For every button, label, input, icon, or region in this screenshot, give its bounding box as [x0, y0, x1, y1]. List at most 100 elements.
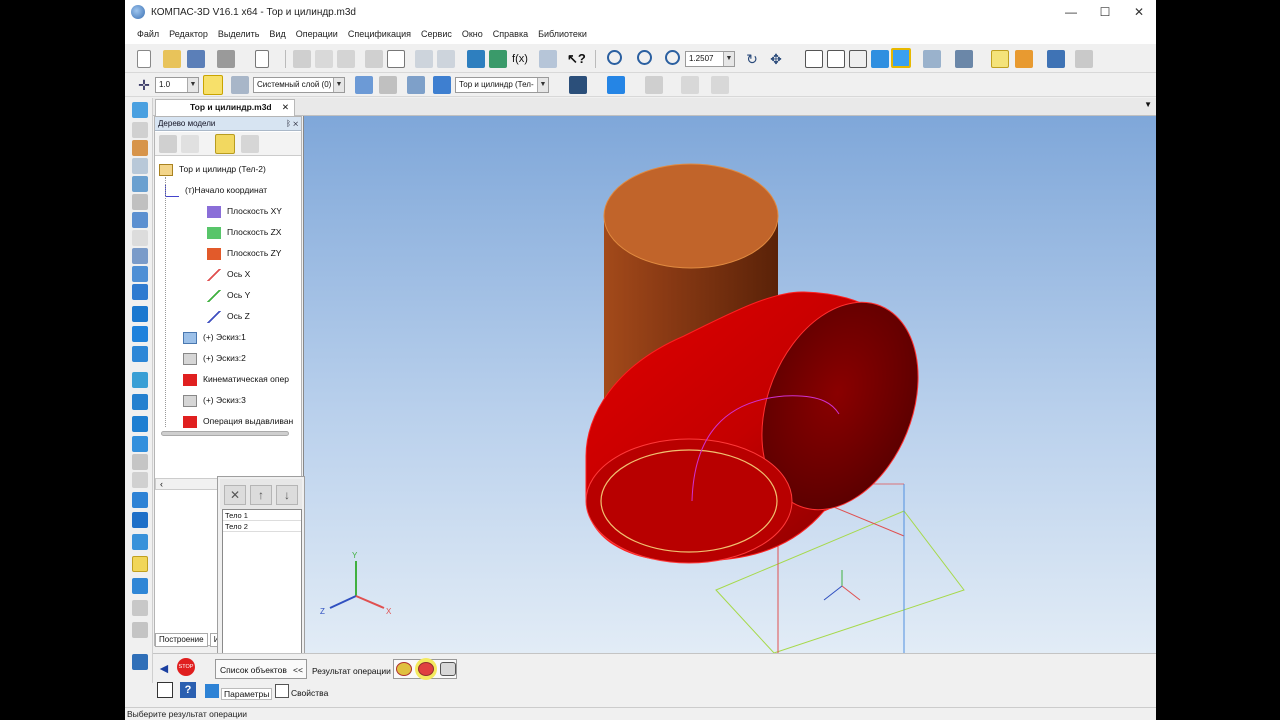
tree-node-origin[interactable]: (т)Начало координат [165, 182, 267, 198]
maximize-button[interactable]: ☐ [1088, 0, 1122, 24]
loft-tool-icon[interactable] [132, 372, 148, 388]
chevron-down-icon[interactable]: ▼ [723, 52, 734, 66]
orientation-icon[interactable]: ✥ [767, 50, 785, 68]
close-button[interactable]: ✕ [1122, 0, 1156, 24]
shaded-icon[interactable] [871, 50, 889, 68]
tabs-dropdown-icon[interactable]: ▼ [1144, 100, 1152, 109]
array-icon[interactable] [132, 600, 148, 616]
layer-combo[interactable]: Системный слой (0) ▼ [253, 77, 345, 93]
structure-icon[interactable] [1075, 50, 1093, 68]
print-icon[interactable] [217, 50, 235, 68]
tree-node-sketch-3[interactable]: (+) Эскиз:3 [183, 392, 246, 408]
menu-operations[interactable]: Операции [296, 29, 338, 39]
sketch-mode-icon[interactable] [407, 76, 425, 94]
document-tab[interactable]: Тор и цилиндр.m3d ✕ [155, 99, 295, 116]
revolve-tool-icon[interactable] [132, 326, 148, 342]
tree-node-plane-zx[interactable]: Плоскость ZX [207, 224, 281, 240]
move-down-icon[interactable]: ↓ [276, 485, 298, 505]
chevron-down-icon[interactable]: ▼ [187, 78, 198, 92]
body-icon[interactable] [433, 76, 451, 94]
close-tab-icon[interactable]: ✕ [282, 100, 289, 115]
scale-combo[interactable]: 1.2507 ▼ [685, 51, 735, 67]
dots-icon[interactable] [132, 158, 148, 174]
menu-libraries[interactable]: Библиотеки [538, 29, 587, 39]
hole-icon[interactable] [132, 512, 148, 528]
layer-icon[interactable] [231, 76, 249, 94]
open-folder-icon[interactable] [163, 50, 181, 68]
rotate-tool-icon[interactable] [132, 284, 148, 300]
hidden-lines-icon[interactable] [827, 50, 845, 68]
snap-magic-icon[interactable] [203, 75, 223, 95]
edit-cs-icon[interactable] [379, 76, 397, 94]
zoom-fit-icon[interactable] [637, 50, 652, 65]
filter-icon[interactable] [681, 76, 699, 94]
tree-node-sweep[interactable]: Кинематическая опер [183, 371, 289, 387]
tab-construction[interactable]: Построение [155, 633, 208, 647]
help-cursor-icon[interactable]: ↖? [567, 50, 586, 68]
library-icon[interactable] [539, 50, 557, 68]
tree-relations-icon[interactable] [241, 135, 259, 153]
tree-filter-icon[interactable] [181, 135, 199, 153]
tab-properties[interactable]: Свойства [291, 688, 328, 698]
tree-node-axis-y[interactable]: Ось Y [207, 287, 250, 303]
boolean-active-icon[interactable] [132, 556, 148, 572]
menu-view[interactable]: Вид [269, 29, 285, 39]
document-tool-icon[interactable] [132, 230, 148, 246]
tree-node-axis-z[interactable]: Ось Z [207, 308, 250, 324]
pencil-icon[interactable] [132, 140, 148, 156]
tree-node-sketch-1[interactable]: (+) Эскиз:1 [183, 329, 246, 345]
hidden-objects-icon[interactable] [645, 76, 663, 94]
tree-structure-icon[interactable] [159, 135, 177, 153]
redo-icon[interactable] [437, 50, 455, 68]
menu-service[interactable]: Сервис [421, 29, 452, 39]
tree-node-sketch-2[interactable]: (+) Эскиз:2 [183, 350, 246, 366]
boolean-icon[interactable] [132, 534, 148, 550]
tree-node-axis-x[interactable]: Ось X [207, 266, 250, 282]
zoom-in-icon[interactable] [665, 50, 680, 65]
collapse-icon[interactable]: << [293, 665, 303, 675]
tree-node-extrude[interactable]: Операция выдавливан [183, 413, 293, 429]
rib-icon[interactable] [132, 492, 148, 508]
fillet-icon[interactable] [132, 436, 148, 452]
menu-file[interactable]: Файл [137, 29, 159, 39]
arc-icon[interactable] [132, 194, 148, 210]
cut-revolve-icon[interactable] [132, 416, 148, 432]
filter-tool-icon[interactable] [132, 212, 148, 228]
tools-icon[interactable] [1047, 50, 1065, 68]
stop-icon[interactable]: STOP [177, 658, 195, 676]
panel-pin-close[interactable]: ᛒ ✕ [286, 117, 298, 130]
help-icon[interactable]: ? [180, 682, 196, 698]
list-item[interactable]: Тело 1 [223, 510, 301, 521]
remove-object-icon[interactable]: ✕ [224, 485, 246, 505]
wireframe-icon[interactable] [805, 50, 823, 68]
frame-icon[interactable] [132, 248, 148, 264]
chevron-down-icon[interactable]: ▼ [333, 78, 344, 92]
house-icon[interactable] [1015, 50, 1033, 68]
transparent-box-icon[interactable] [991, 50, 1009, 68]
zoom-window-icon[interactable] [607, 50, 622, 65]
menu-editor[interactable]: Редактор [169, 29, 208, 39]
intersect-icon[interactable] [440, 662, 456, 676]
function-fx-icon[interactable]: f(x) [511, 50, 529, 68]
snap-crosshair-icon[interactable]: ✛ [135, 76, 153, 94]
tree-node-plane-xy[interactable]: Плоскость XY [207, 203, 282, 219]
rotate-icon[interactable]: ↻ [743, 50, 761, 68]
copy-icon[interactable] [315, 50, 333, 68]
paste-icon[interactable] [337, 50, 355, 68]
back-arrow-icon[interactable]: ◄ [157, 660, 171, 676]
cut-icon[interactable] [293, 50, 311, 68]
thin-lines-icon[interactable] [849, 50, 867, 68]
surface-icon[interactable] [132, 622, 148, 638]
cut-extrude-icon[interactable] [132, 394, 148, 410]
mirror-icon[interactable] [132, 578, 148, 594]
tree-node-root[interactable]: Тор и цилиндр (Тел-2) [159, 161, 266, 177]
tab-parameters[interactable]: Параметры [221, 688, 273, 700]
step-combo[interactable]: 1.0 ▼ [155, 77, 199, 93]
color-icon[interactable] [607, 76, 625, 94]
manager-icon[interactable] [467, 50, 485, 68]
new-document-icon[interactable] [137, 50, 151, 68]
save-icon[interactable] [187, 50, 205, 68]
geometry-icon[interactable] [132, 176, 148, 192]
body-combo[interactable]: Тор и цилиндр (Тел- ▼ [455, 77, 549, 93]
properties-icon[interactable] [387, 50, 405, 68]
